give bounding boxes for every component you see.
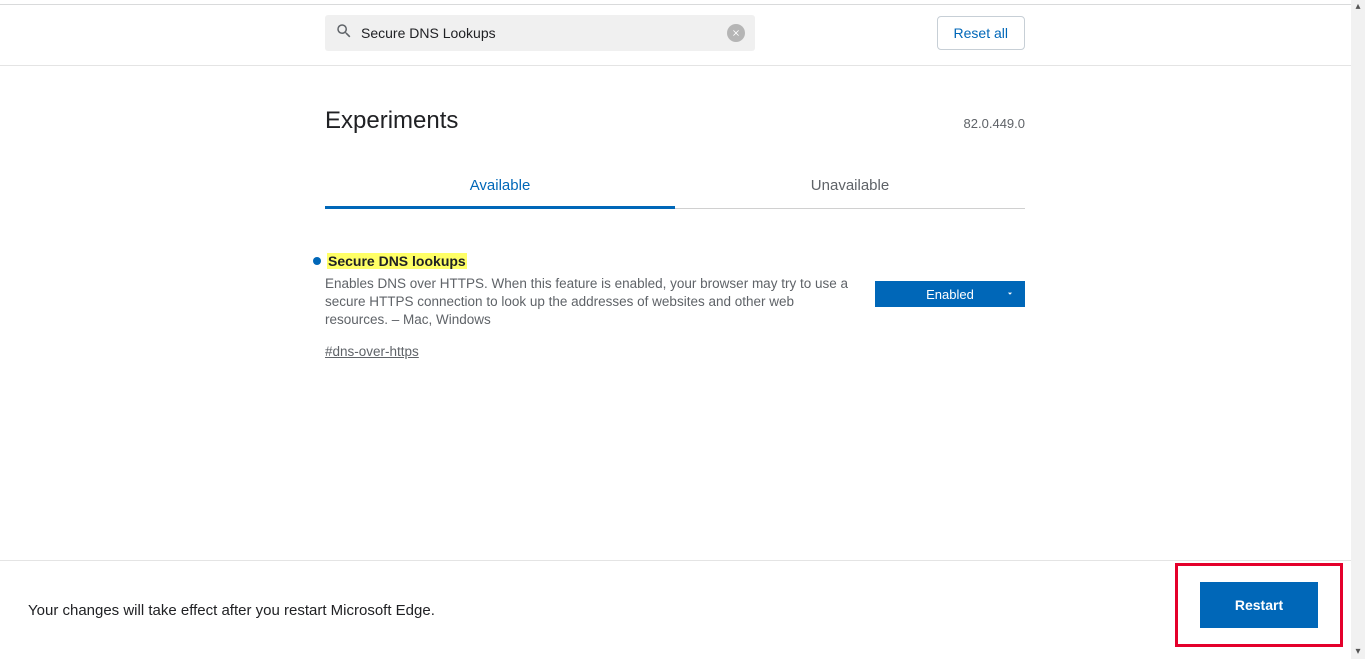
scroll-up-icon[interactable]: ▴ (1353, 2, 1363, 12)
restart-message: Your changes will take effect after you … (28, 602, 435, 619)
tab-unavailable[interactable]: Unavailable (675, 165, 1025, 208)
version-label: 82.0.449.0 (964, 116, 1025, 131)
clear-search-icon[interactable] (727, 24, 745, 42)
search-box[interactable] (325, 15, 755, 51)
flag-title-line: Secure DNS lookups (313, 253, 851, 269)
flag-state-value: Enabled (926, 287, 974, 302)
flag-title: Secure DNS lookups (327, 253, 467, 269)
modified-indicator-icon (313, 257, 321, 265)
page-title: Experiments (325, 107, 458, 135)
main-area: Experiments 82.0.449.0 Available Unavail… (325, 65, 1025, 361)
vertical-scrollbar[interactable]: ▴ ▾ (1351, 0, 1365, 659)
search-icon (335, 22, 353, 45)
footer-bar: Your changes will take effect after you … (0, 561, 1351, 659)
tabs: Available Unavailable (325, 165, 1025, 209)
reset-all-button[interactable]: Reset all (937, 16, 1025, 50)
content-column: Reset all (325, 0, 1025, 51)
page-header: Experiments 82.0.449.0 (325, 107, 1025, 135)
flag-state-dropdown[interactable]: Enabled (875, 281, 1025, 307)
chevron-down-icon (1005, 287, 1015, 302)
restart-highlight-box: Restart (1175, 563, 1343, 647)
scroll-down-icon[interactable]: ▾ (1353, 647, 1363, 657)
search-input[interactable] (361, 25, 727, 41)
flag-details: Secure DNS lookups Enables DNS over HTTP… (325, 253, 875, 361)
flag-description: Enables DNS over HTTPS. When this featur… (325, 275, 851, 330)
tab-available[interactable]: Available (325, 165, 675, 208)
restart-button[interactable]: Restart (1200, 582, 1318, 628)
flag-row: Secure DNS lookups Enables DNS over HTTP… (325, 253, 1025, 361)
search-row: Reset all (325, 15, 1025, 51)
flag-hash-link[interactable]: #dns-over-https (325, 344, 419, 359)
